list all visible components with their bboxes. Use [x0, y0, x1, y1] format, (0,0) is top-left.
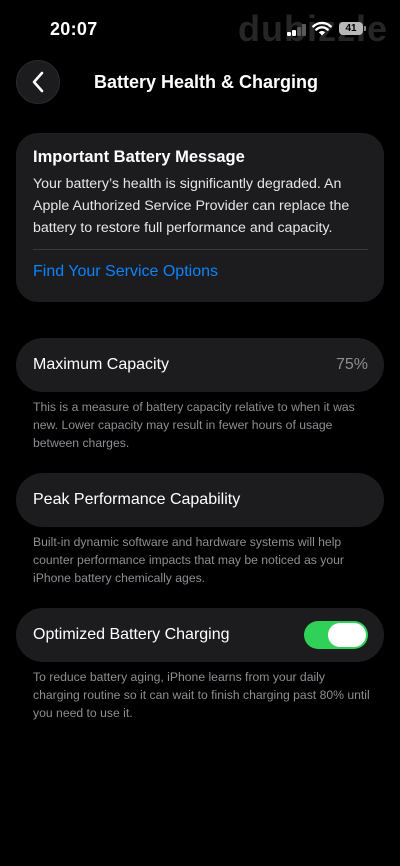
wifi-icon: [312, 21, 332, 36]
page-title: Battery Health & Charging: [94, 72, 319, 92]
optimized-charging-footnote: To reduce battery aging, iPhone learns f…: [33, 670, 370, 720]
message-title: Important Battery Message: [33, 148, 245, 166]
maximum-capacity-row: Maximum Capacity 75%: [16, 338, 384, 392]
peak-performance-footnote: Built-in dynamic software and hardware s…: [33, 535, 344, 585]
optimized-charging-row: Optimized Battery Charging: [16, 608, 384, 662]
peak-performance-label: Peak Performance Capability: [33, 491, 241, 508]
message-body: Your battery’s health is significantly d…: [33, 176, 350, 236]
optimized-charging-toggle[interactable]: [304, 621, 368, 649]
maximum-capacity-label: Maximum Capacity: [33, 356, 170, 373]
status-bar: 20:07 dubizzle 41: [0, 0, 400, 58]
battery-message-card: Important Battery Message Your battery’s…: [16, 133, 384, 302]
maximum-capacity-footnote: This is a measure of battery capacity re…: [33, 400, 355, 450]
status-time: 20:07: [50, 19, 98, 39]
peak-performance-row[interactable]: Peak Performance Capability: [16, 473, 384, 527]
toggle-knob: [328, 623, 366, 647]
battery-icon: 41: [339, 22, 366, 35]
find-service-options-link[interactable]: Find Your Service Options: [33, 263, 368, 281]
maximum-capacity-value: 75%: [335, 356, 368, 373]
nav-bar: Battery Health & Charging: [0, 58, 400, 108]
chevron-left-icon: [32, 71, 44, 93]
message-divider: [33, 249, 368, 250]
optimized-charging-label: Optimized Battery Charging: [33, 626, 230, 643]
back-button[interactable]: [16, 60, 60, 104]
cellular-signal-icon: [287, 24, 309, 36]
